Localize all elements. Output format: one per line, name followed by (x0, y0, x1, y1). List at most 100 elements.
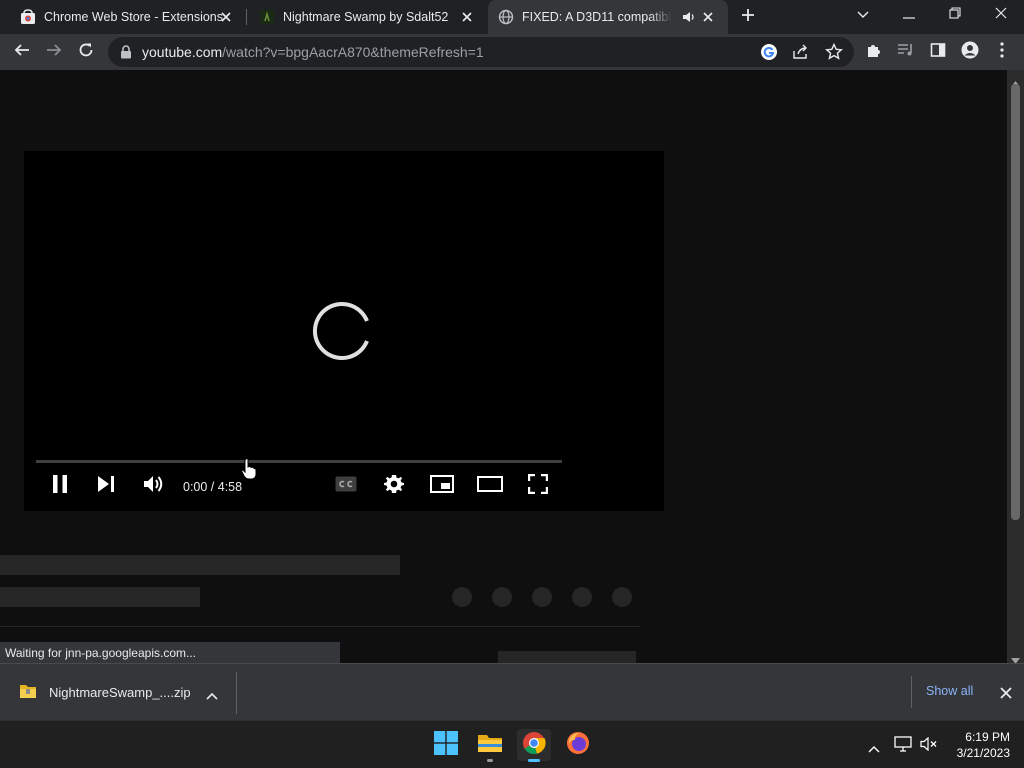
skip-next-icon (97, 475, 115, 498)
avatar-icon (961, 41, 979, 64)
browser-toolbar: youtube.com/watch?v=bpgAacrA870&themeRef… (0, 34, 1024, 70)
page-content: 0:00 / 4:58 Waiting for jnn-pa.googleapi… (0, 70, 1007, 663)
puzzle-icon (866, 42, 882, 63)
game-thumbnail-icon (259, 9, 275, 25)
pause-icon (52, 474, 68, 498)
mute-button[interactable] (137, 473, 169, 499)
divider (911, 676, 912, 708)
restore-icon (949, 6, 961, 24)
theater-mode-icon (477, 475, 503, 497)
windows-logo-icon (434, 730, 458, 760)
running-indicator (487, 759, 493, 762)
tab-nightmare-swamp[interactable]: Nightmare Swamp by Sdalt52 (247, 0, 487, 34)
forward-button[interactable] (40, 38, 68, 66)
firefox-icon (566, 731, 590, 760)
fullscreen-icon (527, 473, 549, 499)
system-clock[interactable]: 6:19 PM 3/21/2023 (944, 729, 1010, 761)
tab-chrome-web-store[interactable]: Chrome Web Store - Extensions (0, 0, 246, 34)
download-bar: NightmareSwamp_....zip Show all (0, 663, 1024, 720)
windows-taskbar: 6:19 PM 3/21/2023 (0, 720, 1024, 768)
close-icon[interactable] (1000, 686, 1012, 704)
media-controls-button[interactable] (892, 38, 920, 66)
theater-mode-button[interactable] (474, 473, 506, 499)
extensions-button[interactable] (860, 38, 888, 66)
address-bar[interactable]: youtube.com/watch?v=bpgAacrA870&themeRef… (108, 37, 854, 67)
arrow-right-icon (46, 42, 62, 63)
fullscreen-button[interactable] (522, 473, 554, 499)
loading-spinner-icon (311, 299, 375, 363)
side-panel-icon (930, 42, 946, 63)
clock-time: 6:19 PM (965, 730, 1010, 744)
chrome-taskbar-button[interactable] (517, 729, 551, 762)
status-bubble: Waiting for jnn-pa.googleapis.com... (0, 642, 340, 663)
tab-title: Nightmare Swamp by Sdalt52 (283, 10, 449, 24)
close-icon[interactable] (700, 9, 716, 25)
chevron-down-icon (857, 6, 869, 24)
download-item[interactable]: NightmareSwamp_....zip (0, 664, 237, 720)
channel-skeleton (0, 587, 200, 607)
action-skeleton (492, 587, 512, 607)
miniplayer-button[interactable] (426, 473, 458, 499)
reload-icon (78, 42, 94, 63)
url-text[interactable]: youtube.com/watch?v=bpgAacrA870&themeRef… (142, 44, 484, 60)
close-window-button[interactable] (978, 0, 1024, 30)
chevron-up-icon[interactable] (868, 740, 880, 758)
url-host: youtube.com (142, 44, 223, 60)
file-explorer-button[interactable] (473, 729, 507, 762)
network-icon[interactable] (894, 736, 912, 757)
tab-search-button[interactable] (840, 0, 886, 30)
action-skeleton (452, 587, 472, 607)
chrome-icon (522, 731, 546, 760)
action-skeleton (532, 587, 552, 607)
kebab-menu-icon (1000, 41, 1004, 63)
close-icon[interactable] (459, 9, 475, 25)
action-skeleton (612, 587, 632, 607)
zip-file-icon (19, 683, 37, 704)
next-button[interactable] (90, 473, 122, 499)
menu-button[interactable] (988, 38, 1016, 66)
show-all-button[interactable]: Show all (926, 684, 973, 698)
music-queue-icon (897, 43, 915, 62)
page-scrollbar[interactable] (1007, 70, 1024, 664)
profile-button[interactable] (956, 38, 984, 66)
firefox-taskbar-button[interactable] (561, 729, 595, 761)
restore-button[interactable] (932, 0, 978, 30)
start-button[interactable] (429, 729, 463, 761)
download-file-name: NightmareSwamp_....zip (49, 685, 191, 700)
action-skeleton (572, 587, 592, 607)
gear-icon (384, 474, 404, 499)
volume-icon (143, 475, 163, 498)
tab-title: Chrome Web Store - Extensions (44, 10, 224, 24)
hand-cursor-icon (241, 458, 257, 485)
chevron-up-icon[interactable] (206, 687, 218, 705)
description-skeleton (498, 651, 636, 663)
minimize-button[interactable] (886, 0, 932, 30)
tab-fixed-d3d11[interactable]: FIXED: A D3D11 compatible GPU (488, 0, 728, 34)
clock-date: 3/21/2023 (956, 746, 1010, 760)
new-tab-button[interactable] (734, 3, 762, 31)
progress-bar[interactable] (36, 460, 562, 463)
globe-icon (498, 9, 514, 25)
plus-icon (741, 8, 755, 27)
google-lens-icon[interactable] (760, 43, 778, 66)
pause-button[interactable] (44, 473, 76, 499)
reload-button[interactable] (72, 38, 100, 66)
lock-icon[interactable] (120, 45, 132, 64)
share-icon[interactable] (792, 44, 810, 65)
close-icon (995, 6, 1007, 24)
arrow-left-icon (14, 42, 30, 63)
scroll-thumb[interactable] (1011, 84, 1020, 520)
back-button[interactable] (8, 38, 36, 66)
url-path: /watch?v=bpgAacrA870&themeRefresh=1 (222, 44, 484, 60)
subtitles-button[interactable] (330, 473, 362, 499)
bookmark-star-icon[interactable] (825, 42, 843, 66)
side-panel-button[interactable] (924, 38, 952, 66)
miniplayer-icon (430, 474, 454, 498)
speaker-icon[interactable] (682, 10, 696, 24)
video-player[interactable]: 0:00 / 4:58 (24, 151, 664, 511)
chrome-web-store-icon (20, 9, 36, 25)
close-icon[interactable] (218, 9, 234, 25)
volume-muted-icon[interactable] (920, 736, 938, 756)
settings-button[interactable] (378, 473, 410, 499)
running-indicator (528, 759, 540, 762)
